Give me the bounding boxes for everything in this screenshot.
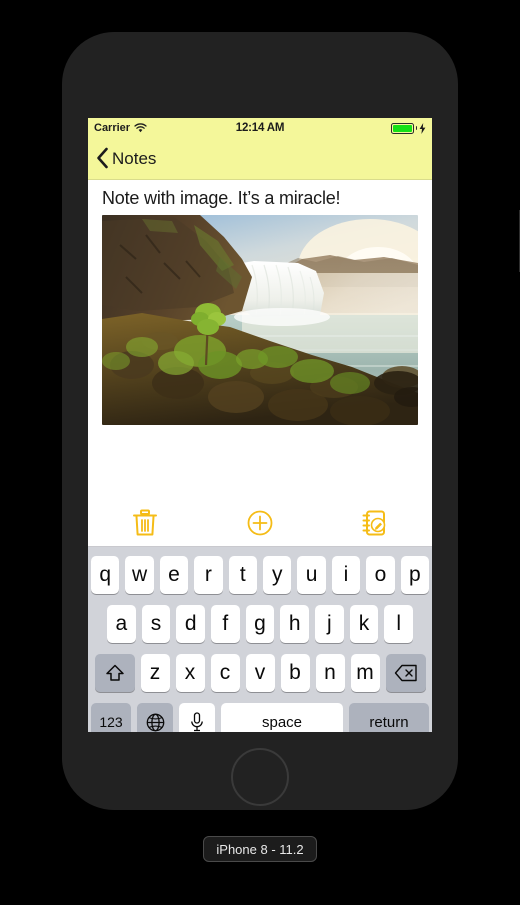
key-i[interactable]: i: [331, 556, 361, 594]
status-bar-time: 12:14 AM: [235, 122, 285, 134]
on-screen-keyboard: q w e r t y u i o p a s d f g h j k l z …: [88, 547, 432, 732]
return-key[interactable]: return: [349, 703, 429, 732]
note-content-area[interactable]: Note with image. It’s a miracle!: [88, 180, 432, 499]
key-x[interactable]: x: [175, 654, 205, 692]
delete-note-button[interactable]: [123, 503, 167, 543]
note-attached-image[interactable]: [102, 215, 418, 425]
key-y[interactable]: y: [263, 556, 292, 594]
microphone-icon: [191, 712, 203, 732]
numbers-key[interactable]: 123: [91, 703, 131, 732]
new-note-button[interactable]: [353, 503, 397, 543]
key-k[interactable]: k: [349, 605, 379, 643]
shift-arrow-icon: [105, 664, 124, 681]
key-o[interactable]: o: [366, 556, 395, 594]
back-to-notes-button[interactable]: Notes: [96, 147, 157, 169]
key-m[interactable]: m: [350, 654, 380, 692]
battery-nub: [415, 126, 417, 130]
key-h[interactable]: h: [280, 605, 310, 643]
key-t[interactable]: t: [228, 556, 257, 594]
key-f[interactable]: f: [211, 605, 240, 643]
key-q[interactable]: q: [90, 556, 120, 594]
device-screen: Carrier 12:14 AM Notes Note with image. …: [88, 118, 432, 732]
key-c[interactable]: c: [210, 654, 240, 692]
key-r[interactable]: r: [194, 556, 223, 594]
key-v[interactable]: v: [245, 654, 275, 692]
key-b[interactable]: b: [280, 654, 310, 692]
note-toolbar: [88, 499, 432, 547]
key-n[interactable]: n: [315, 654, 345, 692]
dictation-key[interactable]: [179, 703, 215, 732]
navigation-bar: Notes: [88, 138, 432, 180]
trash-icon: [133, 509, 158, 535]
chevron-left-icon: [97, 147, 108, 168]
plus-circle-icon: [247, 510, 273, 535]
backspace-delete-icon: [394, 664, 417, 682]
key-e[interactable]: e: [159, 556, 189, 594]
backspace-key[interactable]: [385, 654, 426, 692]
device-label: iPhone 8 - 11.2: [203, 836, 317, 862]
space-key[interactable]: space: [221, 703, 343, 732]
key-z[interactable]: z: [140, 654, 170, 692]
key-u[interactable]: u: [297, 556, 326, 594]
home-button[interactable]: [231, 748, 289, 806]
keyboard-row-2: a s d f g h j k l: [91, 605, 429, 643]
status-bar-right: [390, 122, 427, 134]
keyboard-row-1: q w e r t y u i o p: [90, 556, 430, 594]
key-j[interactable]: j: [315, 605, 344, 643]
key-g[interactable]: g: [245, 605, 275, 643]
keyboard-row-4: 123 space return: [91, 703, 429, 732]
lightning-bolt-icon: [419, 122, 426, 134]
key-s[interactable]: s: [141, 605, 171, 643]
keyboard-row-3: z x c v b n m: [91, 654, 429, 692]
key-p[interactable]: p: [400, 556, 430, 594]
back-button-label: Notes: [112, 148, 157, 168]
globe-icon: [146, 713, 164, 731]
key-w[interactable]: w: [125, 556, 154, 594]
status-bar: Carrier 12:14 AM: [88, 118, 432, 138]
note-title[interactable]: Note with image. It’s a miracle!: [102, 180, 418, 215]
battery-icon: [390, 122, 414, 134]
compose-note-icon: [362, 510, 385, 535]
key-l[interactable]: l: [384, 605, 414, 643]
key-d[interactable]: d: [176, 605, 205, 643]
globe-key[interactable]: [137, 703, 173, 732]
key-a[interactable]: a: [106, 605, 136, 643]
battery-fill: [392, 124, 412, 132]
shift-key[interactable]: [94, 654, 135, 692]
add-attachment-button[interactable]: [238, 503, 282, 543]
